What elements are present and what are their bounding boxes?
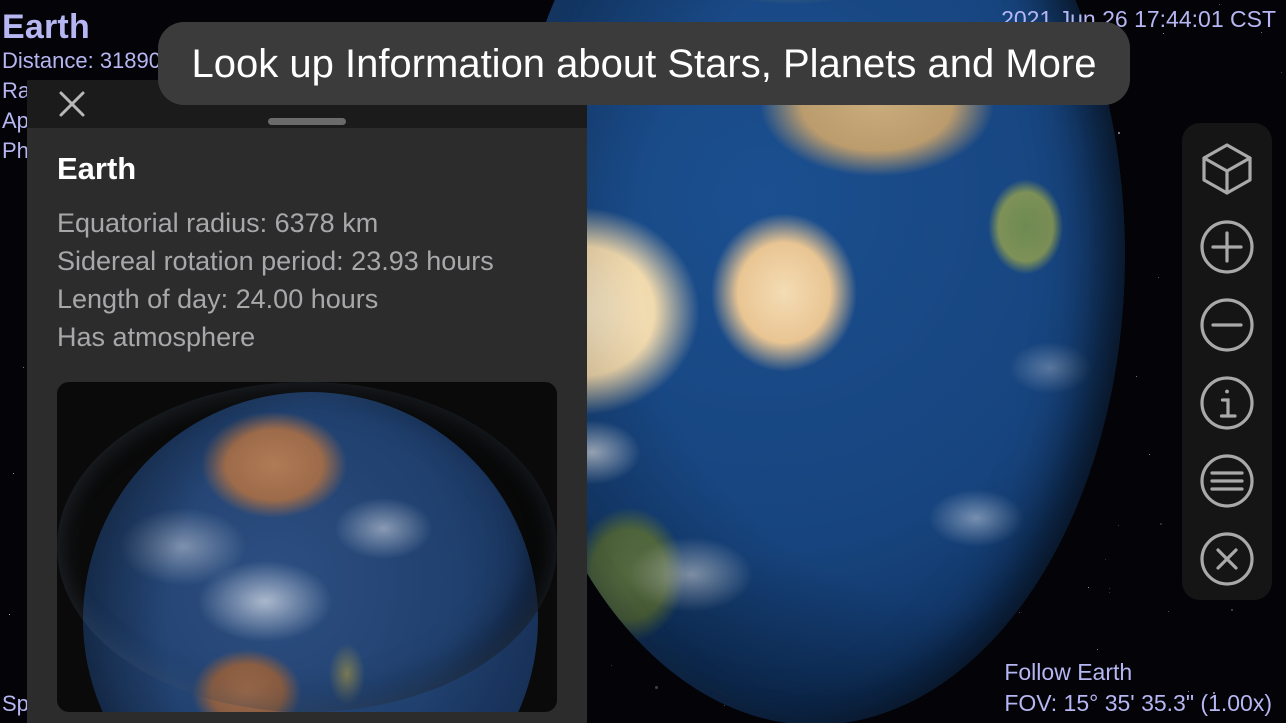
close-circle-icon[interactable]	[1193, 525, 1261, 593]
thumbnail-atmosphere-halo	[57, 382, 557, 712]
info-icon[interactable]	[1193, 369, 1261, 437]
follow-target-label: Follow Earth	[1004, 659, 1133, 685]
help-tooltip[interactable]: Look up Information about Stars, Planets…	[158, 22, 1130, 105]
status-object-title: Earth	[2, 8, 90, 46]
fact-equatorial-radius: Equatorial radius: 6378 km	[57, 208, 379, 238]
object-info-panel: Earth Equatorial radius: 6378 km Siderea…	[27, 80, 587, 723]
help-tooltip-text: Look up Information about Stars, Planets…	[191, 41, 1097, 86]
right-toolbar	[1182, 123, 1272, 600]
fact-sidereal-rotation: Sidereal rotation period: 23.93 hours	[57, 246, 494, 276]
panel-object-title: Earth	[57, 151, 137, 186]
close-x-icon[interactable]	[55, 87, 89, 121]
app-root: Earth Distance: 31890 Rad Ap Pha 2021 Ju…	[0, 0, 1286, 723]
panel-drag-handle[interactable]	[268, 118, 346, 125]
fov-label: FOV: 15° 35' 35.3" (1.00x)	[1004, 690, 1272, 716]
object-thumbnail[interactable]	[57, 382, 557, 712]
fact-atmosphere: Has atmosphere	[57, 322, 256, 352]
panel-body: Earth Equatorial radius: 6378 km Siderea…	[27, 128, 587, 712]
fact-length-of-day: Length of day: 24.00 hours	[57, 284, 379, 314]
zoom-in-icon[interactable]	[1193, 213, 1261, 281]
orbit-cube-icon[interactable]	[1193, 135, 1261, 203]
menu-icon[interactable]	[1193, 447, 1261, 515]
status-line-distance: Distance: 31890	[2, 48, 161, 73]
zoom-out-icon[interactable]	[1193, 291, 1261, 359]
view-status-overlay: Follow Earth FOV: 15° 35' 35.3" (1.00x)	[1004, 657, 1272, 719]
speed-label: Sp	[2, 691, 29, 716]
